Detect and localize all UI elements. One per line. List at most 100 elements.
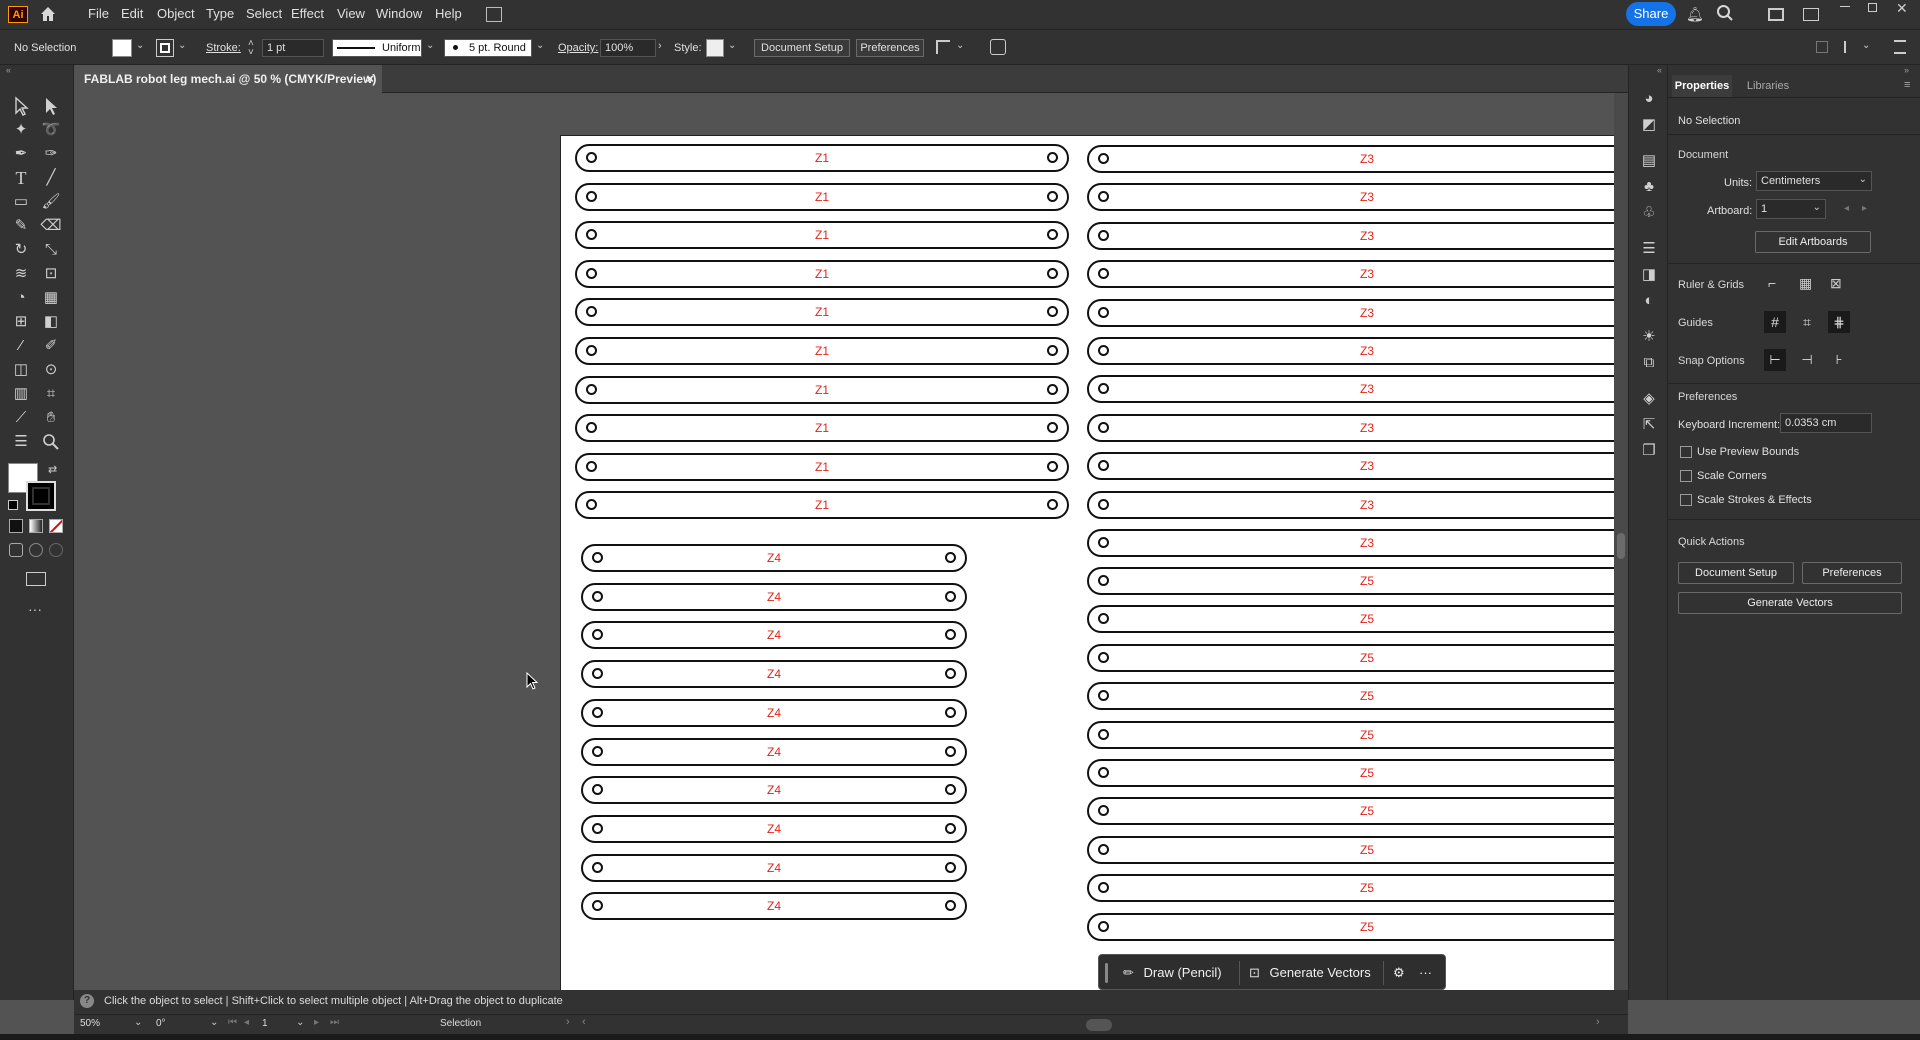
part-strip[interactable]: Z5: [1087, 912, 1614, 941]
scale-corners-checkbox[interactable]: [1680, 470, 1692, 482]
align-options-icon[interactable]: [936, 40, 950, 54]
part-strip[interactable]: Z5: [1087, 797, 1614, 826]
appearance-panel-icon[interactable]: ☀︎: [1638, 327, 1660, 347]
rectangle-tool-icon[interactable]: ▭: [10, 191, 32, 213]
part-strip[interactable]: Z1: [575, 221, 1069, 250]
scroll-left-icon[interactable]: ‹: [582, 1016, 586, 1028]
menu-select[interactable]: Select: [246, 6, 282, 21]
stroke-swatch[interactable]: [156, 39, 174, 57]
part-strip[interactable]: Z3: [1087, 145, 1614, 173]
align-dropdown-icon[interactable]: ⌄: [956, 40, 964, 51]
part-strip[interactable]: Z1: [575, 452, 1069, 481]
swap-colors-icon[interactable]: ⇄: [48, 463, 57, 476]
part-strip[interactable]: Z1: [575, 259, 1069, 288]
symbols-panel-icon[interactable]: ♧: [1638, 203, 1660, 223]
draw-behind-icon[interactable]: [29, 543, 43, 557]
menu-view[interactable]: View: [337, 6, 365, 21]
menu-type[interactable]: Type: [206, 6, 234, 21]
qa-document-setup-button[interactable]: Document Setup: [1678, 562, 1794, 584]
taskbar-drag-handle[interactable]: [1105, 963, 1108, 983]
transparency-grid-icon[interactable]: ⊠: [1830, 275, 1842, 292]
scale-strokes-checkbox[interactable]: [1680, 494, 1692, 506]
symbol-sprayer-tool-icon[interactable]: ⊙: [40, 359, 62, 381]
profile-dropdown-icon[interactable]: ⌄: [426, 40, 434, 51]
previous-artboard-icon[interactable]: ◂: [1844, 203, 1849, 214]
gradient-tool-icon[interactable]: ◧: [40, 311, 62, 333]
part-strip[interactable]: Z3: [1087, 260, 1614, 289]
line-tool-icon[interactable]: ╱: [40, 167, 62, 189]
next-artboard-status-icon[interactable]: ▸: [314, 1017, 319, 1028]
gradient-mode-icon[interactable]: [29, 519, 43, 533]
part-strip[interactable]: Z5: [1087, 720, 1614, 749]
vertical-scroll-thumb[interactable]: [1617, 533, 1625, 559]
part-strip[interactable]: Z4: [581, 660, 967, 689]
scroll-right-icon[interactable]: ›: [1596, 1016, 1600, 1028]
transparency-panel-icon[interactable]: ◐: [1638, 291, 1660, 311]
part-strip[interactable]: Z4: [581, 582, 967, 611]
part-strip[interactable]: Z4: [581, 621, 967, 650]
units-dropdown[interactable]: Centimeters ⌄: [1756, 171, 1872, 191]
tab-properties[interactable]: Properties: [1672, 75, 1732, 97]
part-strip[interactable]: Z3: [1087, 298, 1614, 327]
artboard-dropdown[interactable]: 1 ⌄: [1756, 199, 1826, 219]
part-strip[interactable]: Z1: [575, 491, 1069, 520]
document-tab[interactable]: FABLAB robot leg mech.ai @ 50 % (CMYK/Pr…: [74, 65, 382, 93]
part-strip[interactable]: Z3: [1087, 529, 1614, 557]
close-window-icon[interactable]: ✕: [1896, 0, 1908, 17]
stroke-profile-dropdown[interactable]: Uniform: [332, 39, 422, 57]
prev-artboard-icon[interactable]: ◂: [244, 1017, 249, 1028]
color-guide-icon[interactable]: ◩: [1638, 115, 1660, 135]
part-strip[interactable]: Z4: [581, 814, 967, 843]
fill-dropdown-icon[interactable]: ⌄: [136, 40, 144, 51]
panel-menu-icon[interactable]: ≡: [1904, 79, 1910, 91]
menu-object[interactable]: Object: [157, 6, 195, 21]
part-strip[interactable]: Z5: [1087, 682, 1614, 711]
asset-export-icon[interactable]: ⇱: [1638, 415, 1660, 435]
stroke-dropdown-icon[interactable]: ⌄: [178, 40, 186, 51]
color-panel-icon[interactable]: ◕: [1638, 89, 1660, 109]
magic-wand-tool-icon[interactable]: ✦: [10, 119, 32, 141]
next-artboard-icon[interactable]: ▸: [1862, 203, 1867, 214]
graphic-styles-icon[interactable]: ⧉: [1638, 353, 1660, 373]
home-icon[interactable]: [38, 4, 58, 24]
part-strip[interactable]: Z5: [1087, 759, 1614, 787]
paintbrush-tool-icon[interactable]: 🖌︎: [40, 191, 62, 213]
part-strip[interactable]: Z1: [575, 182, 1069, 211]
artboard[interactable]: Z1 Z1 Z1 Z1 Z1 Z1 Z1 Z1 Z1 Z1 Z4 Z4 Z4 Z4 Z4 Z4 Z4 Z4 Z4 Z…: [560, 135, 1614, 990]
measure-tool-icon[interactable]: ✐: [40, 335, 62, 357]
menu-window[interactable]: Window: [376, 6, 422, 21]
layers-panel-icon[interactable]: ◈: [1638, 389, 1660, 409]
workspace-switcher-icon[interactable]: [1768, 8, 1784, 21]
taskbar-settings-icon[interactable]: ⚙︎: [1393, 962, 1405, 984]
help-icon[interactable]: ?: [80, 994, 94, 1008]
part-strip[interactable]: Z4: [581, 776, 967, 805]
part-strip[interactable]: Z3: [1087, 183, 1614, 212]
share-button[interactable]: Share: [1626, 2, 1676, 26]
recolor-icon[interactable]: [990, 39, 1006, 55]
tab-libraries[interactable]: Libraries: [1738, 75, 1798, 97]
canvas-area[interactable]: Z1 Z1 Z1 Z1 Z1 Z1 Z1 Z1 Z1 Z1 Z4 Z4 Z4 Z4 Z4 Z4 Z4 Z4 Z4 Z…: [74, 93, 1614, 990]
part-strip[interactable]: Z1: [575, 375, 1069, 404]
opacity-field[interactable]: 100%: [600, 39, 656, 57]
artboard-nav-dropdown[interactable]: 1 ⌄: [260, 1017, 306, 1032]
part-strip[interactable]: Z3: [1087, 375, 1614, 404]
blend-tool-icon[interactable]: ◫: [10, 359, 32, 381]
part-strip[interactable]: Z1: [575, 337, 1069, 365]
draw-pencil-button[interactable]: ✏︎ Draw (Pencil): [1123, 962, 1222, 984]
qa-preferences-button[interactable]: Preferences: [1802, 562, 1902, 584]
document-setup-button[interactable]: Document Setup: [754, 39, 850, 57]
stroke-label[interactable]: Stroke:: [206, 42, 241, 54]
preferences-button[interactable]: Preferences: [856, 39, 924, 57]
graph-tool-icon[interactable]: ▥: [10, 383, 32, 405]
snap-to-glyph-icon[interactable]: ⊦: [1828, 349, 1850, 371]
zoom-tool-icon[interactable]: [40, 431, 62, 453]
brush-dropdown[interactable]: 5 pt. Round: [444, 39, 532, 57]
part-strip[interactable]: Z3: [1087, 221, 1614, 250]
bell-icon[interactable]: 🔔︎: [1686, 6, 1704, 23]
warp-tool-icon[interactable]: ≋: [10, 263, 32, 285]
first-artboard-icon[interactable]: ⏮: [228, 1017, 237, 1028]
style-dropdown-icon[interactable]: ⌄: [728, 40, 736, 51]
panel-layout-icon[interactable]: [1803, 8, 1819, 21]
free-transform-tool-icon[interactable]: ⊡: [40, 263, 62, 285]
part-strip[interactable]: Z5: [1087, 643, 1614, 672]
